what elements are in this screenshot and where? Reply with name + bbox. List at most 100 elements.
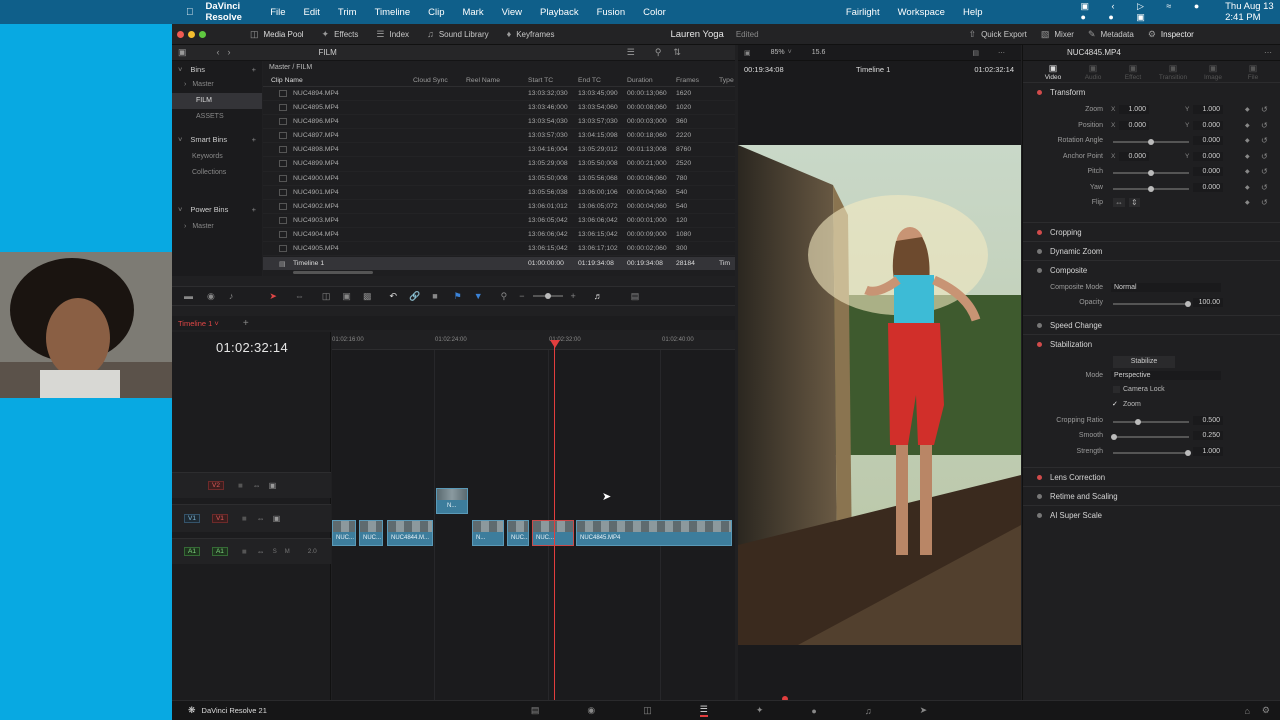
- lock-icon[interactable]: ■: [238, 481, 243, 490]
- zoom-in-icon[interactable]: +: [571, 291, 576, 301]
- marker-icon[interactable]: ▼: [474, 291, 483, 301]
- viewer-options-icon[interactable]: ▤: [972, 49, 979, 57]
- solo-icon[interactable]: S: [273, 549, 277, 555]
- timeline-tab[interactable]: Timeline 1 ˅: [178, 319, 219, 328]
- stabilize-button[interactable]: Stabilize: [1113, 356, 1175, 368]
- clip-row[interactable]: NUC4896.MP4 13:03:54;030 13:03:57;030 00:00…: [263, 115, 735, 130]
- clip-row[interactable]: NUC4895.MP4 13:03:46;000 13:03:54;060 00:00…: [263, 101, 735, 116]
- clip-list-scrollbar[interactable]: [293, 271, 373, 274]
- insert-clip-icon[interactable]: ◫: [322, 291, 331, 302]
- list-view-icon[interactable]: ☰: [627, 48, 635, 57]
- menu-fusion[interactable]: Fusion: [597, 7, 626, 18]
- source-patch-a1[interactable]: A1: [184, 547, 200, 556]
- smart-bin-keywords[interactable]: Keywords: [172, 149, 262, 165]
- tab-effect[interactable]: ▣ Effect: [1113, 63, 1153, 81]
- selection-tool-icon[interactable]: ➤: [269, 291, 277, 302]
- timeline-clip-v1[interactable]: NUC...: [532, 520, 574, 546]
- media-pool-button[interactable]: ◫ Media Pool: [250, 29, 304, 39]
- reset-icon[interactable]: ↺: [1261, 136, 1268, 145]
- menu-app-name[interactable]: DaVinci Resolve: [206, 1, 253, 23]
- clip-row[interactable]: NUC4899.MP4 13:05:29;008 13:05:50;008 00:00…: [263, 157, 735, 172]
- clip-row[interactable]: NUC4894.MP4 13:03:32;030 13:03:45;090 00:00…: [263, 87, 735, 102]
- timeline-clip-v1[interactable]: NUC4844.M...: [387, 520, 433, 546]
- source-patch-v1[interactable]: V1: [184, 514, 200, 523]
- inspector-button[interactable]: ⚙ Inspector: [1148, 29, 1194, 39]
- home-icon[interactable]: ⌂: [1244, 706, 1249, 716]
- microphone-icon[interactable]: ♪: [229, 291, 234, 301]
- audio-meter-icon[interactable]: ▤: [631, 291, 640, 302]
- clip-row[interactable]: NUC4903.MP4 13:06:05;042 13:06:06;042 00:00…: [263, 214, 735, 228]
- enable-dot[interactable]: [1037, 90, 1042, 95]
- stabilization-mode-select[interactable]: Perspective: [1111, 371, 1221, 380]
- menu-mark[interactable]: Mark: [462, 7, 483, 18]
- media-page-icon[interactable]: ▤: [531, 705, 540, 716]
- overwrite-clip-icon[interactable]: ▣: [342, 291, 351, 302]
- enable-dot[interactable]: [1037, 341, 1042, 347]
- reset-icon[interactable]: ↺: [1261, 183, 1268, 192]
- keyframes-button[interactable]: ♦ Keyframes: [507, 29, 555, 39]
- speaker-icon[interactable]: ♬: [594, 291, 603, 301]
- col-start-tc[interactable]: Start TC: [528, 77, 553, 84]
- sort-icon[interactable]: ⇅: [673, 48, 681, 57]
- reset-icon[interactable]: ↺: [1261, 105, 1268, 114]
- add-smart-bin-icon[interactable]: +: [252, 135, 256, 144]
- menu-workspace[interactable]: Workspace: [898, 7, 945, 18]
- enable-dot[interactable]: [1037, 322, 1042, 328]
- track-header-v2[interactable]: V2 ■ ⇔ ▣: [172, 472, 331, 498]
- zoom-y-value[interactable]: 1.000: [1193, 105, 1223, 114]
- auto-select-icon[interactable]: ⇔: [257, 547, 265, 556]
- timeline-row[interactable]: ▤ Timeline 1 01:00:00:00 01:19:34:08 00:…: [263, 257, 735, 271]
- menu-clip[interactable]: Clip: [428, 7, 444, 18]
- fairlight-page-icon[interactable]: ♫: [865, 706, 872, 716]
- replace-clip-icon[interactable]: ▩: [363, 291, 372, 302]
- bin-item-assets[interactable]: ASSETS: [172, 109, 262, 125]
- yaw-slider[interactable]: [1113, 185, 1189, 192]
- power-bin-master[interactable]: › Master: [172, 219, 262, 235]
- bin-item-film[interactable]: FILM: [172, 93, 262, 109]
- enable-dot[interactable]: [1037, 474, 1042, 480]
- col-end-tc[interactable]: End TC: [578, 77, 601, 84]
- tab-audio[interactable]: ▣ Audio: [1073, 63, 1113, 81]
- track-header-a1[interactable]: A1 A1 ■ ⇔ S M 2.0: [172, 538, 331, 564]
- section-transform[interactable]: Transform: [1023, 83, 1280, 102]
- playhead-handle[interactable]: [550, 340, 560, 348]
- tab-image[interactable]: ▣ Image: [1193, 63, 1233, 81]
- settings-gear-icon[interactable]: ⚙: [1262, 705, 1270, 716]
- chevron-down-icon[interactable]: ˅: [178, 205, 182, 214]
- window-close-button[interactable]: [177, 30, 184, 38]
- enable-dot[interactable]: [1037, 493, 1042, 499]
- opacity-slider[interactable]: [1113, 301, 1191, 307]
- timeline-clip-v1[interactable]: NUC...: [332, 520, 356, 546]
- mute-icon[interactable]: M: [285, 549, 290, 555]
- reset-icon[interactable]: ↺: [1261, 152, 1268, 161]
- tab-file[interactable]: ▣ File: [1233, 63, 1273, 81]
- chevron-down-icon[interactable]: ˅: [178, 135, 182, 144]
- window-minimize-button[interactable]: [188, 30, 195, 38]
- clip-row[interactable]: NUC4904.MP4 13:06:06;042 13:06:15;042 00:00…: [263, 228, 735, 243]
- mixer-button[interactable]: ▧ Mixer: [1041, 29, 1074, 39]
- track-enable-icon[interactable]: ▣: [273, 514, 281, 523]
- rotation-slider[interactable]: [1113, 139, 1189, 145]
- zoom-out-icon[interactable]: −: [519, 291, 524, 301]
- zoom-x-value[interactable]: 1.000: [1119, 105, 1149, 114]
- deliver-page-icon[interactable]: ➤: [920, 705, 928, 716]
- enable-dot[interactable]: [1037, 512, 1042, 518]
- position-x-value[interactable]: 0.000: [1119, 120, 1149, 130]
- section-cropping[interactable]: Cropping: [1023, 222, 1280, 241]
- color-page-icon[interactable]: ●: [811, 706, 816, 716]
- effects-button[interactable]: ✦ Effects: [322, 29, 359, 39]
- camera-lock-checkbox[interactable]: [1113, 386, 1120, 393]
- enable-dot[interactable]: [1037, 229, 1042, 235]
- snapping-icon[interactable]: ↶: [389, 291, 397, 302]
- viewer-timeline-name[interactable]: Timeline 1: [856, 65, 890, 74]
- fusion-page-icon[interactable]: ✦: [756, 705, 764, 716]
- keyframe-diamond-icon[interactable]: ◆: [1245, 106, 1250, 113]
- metadata-button[interactable]: ✎ Metadata: [1088, 29, 1134, 39]
- edit-page-icon[interactable]: ☰: [699, 704, 708, 717]
- viewer-zoom[interactable]: 85%: [771, 49, 785, 56]
- keyframe-diamond-icon[interactable]: ◆: [1245, 184, 1250, 191]
- tab-transition[interactable]: ▣ Transition: [1153, 63, 1193, 81]
- smooth-slider[interactable]: [1111, 434, 1189, 440]
- col-cloud-sync[interactable]: Cloud Sync: [413, 77, 448, 84]
- timeline-ruler[interactable]: 01:02:16:00 01:02:24:00 01:02:32:00 01:0…: [332, 332, 735, 350]
